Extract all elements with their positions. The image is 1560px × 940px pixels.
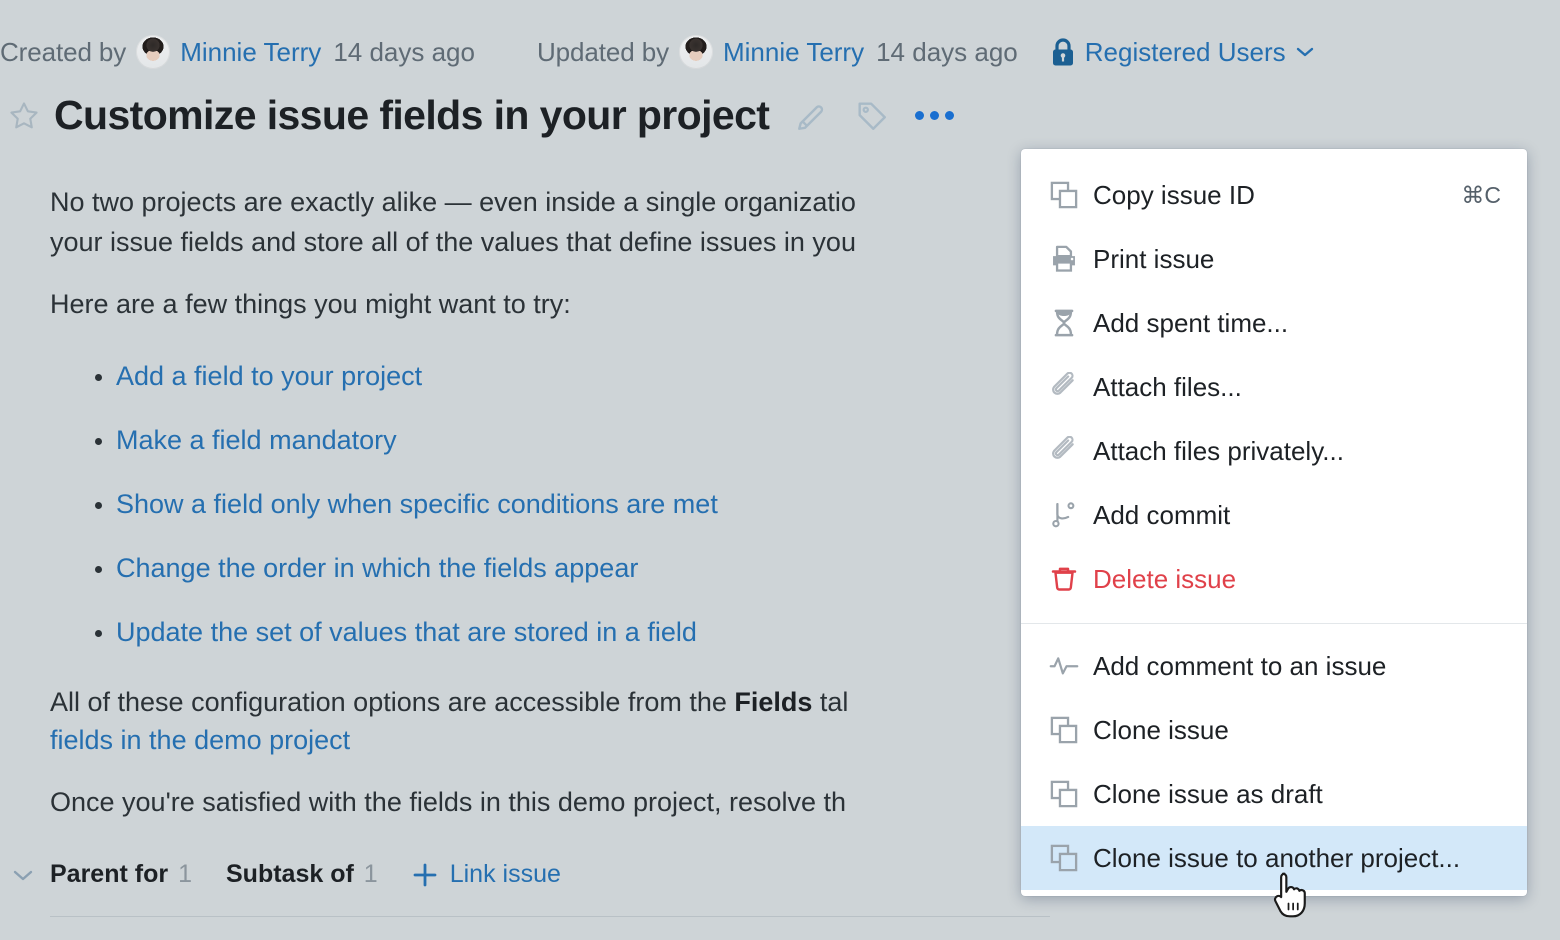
list-item-link[interactable]: Change the order in which the fields app… bbox=[116, 553, 638, 583]
menu-item-attach-files-privately[interactable]: Attach files privately... bbox=[1021, 419, 1527, 483]
copy-icon bbox=[1049, 715, 1093, 745]
lock-icon bbox=[1050, 37, 1076, 67]
menu-item-label: Clone issue to another project... bbox=[1093, 843, 1501, 874]
updated-by-label: Updated by bbox=[537, 37, 669, 68]
star-icon[interactable] bbox=[8, 100, 40, 132]
menu-item-label: Attach files privately... bbox=[1093, 436, 1501, 467]
parent-for-count: 1 bbox=[178, 860, 192, 889]
parent-for-label[interactable]: Parent for bbox=[50, 860, 168, 889]
updated-timestamp: 14 days ago bbox=[876, 37, 1018, 68]
plus-icon[interactable] bbox=[412, 862, 438, 888]
list-item[interactable]: Change the order in which the fields app… bbox=[50, 536, 1060, 600]
list-item[interactable]: Show a field only when specific conditio… bbox=[50, 472, 1060, 536]
paperclip-icon bbox=[1049, 436, 1093, 466]
menu-item-clone-issue[interactable]: Clone issue bbox=[1021, 698, 1527, 762]
created-by-group: Created by Minnie Terry 14 days ago bbox=[0, 35, 475, 69]
menu-item-add-commit[interactable]: Add commit bbox=[1021, 483, 1527, 547]
list-item-link[interactable]: Add a field to your project bbox=[116, 361, 422, 391]
divider bbox=[50, 916, 1050, 917]
activity-icon bbox=[1049, 651, 1093, 681]
copy-icon bbox=[1049, 779, 1093, 809]
paragraph-intro-line2: your issue fields and store all of the v… bbox=[50, 218, 1060, 266]
menu-item-add-comment-to-an-issue[interactable]: Add comment to an issue bbox=[1021, 634, 1527, 698]
menu-separator bbox=[1021, 623, 1527, 624]
link-issue-button[interactable]: Link issue bbox=[450, 860, 561, 889]
list-item[interactable]: Add a field to your project bbox=[50, 344, 1060, 408]
page-title: Customize issue fields in your project bbox=[54, 92, 769, 139]
issue-meta-row: Created by Minnie Terry 14 days ago Upda… bbox=[0, 28, 1560, 76]
menu-item-attach-files[interactable]: Attach files... bbox=[1021, 355, 1527, 419]
menu-item-label: Clone issue as draft bbox=[1093, 779, 1501, 810]
subtask-of-label[interactable]: Subtask of bbox=[226, 860, 354, 889]
menu-item-add-spent-time[interactable]: Add spent time... bbox=[1021, 291, 1527, 355]
menu-item-label: Clone issue bbox=[1093, 715, 1501, 746]
paperclip-icon bbox=[1049, 372, 1093, 402]
title-row: Customize issue fields in your project bbox=[0, 92, 980, 139]
subtask-of-count: 1 bbox=[364, 860, 378, 889]
trash-icon bbox=[1049, 564, 1093, 594]
menu-item-label: Add comment to an issue bbox=[1093, 651, 1501, 682]
menu-item-label: Delete issue bbox=[1093, 564, 1501, 595]
menu-item-label: Print issue bbox=[1093, 244, 1501, 275]
created-by-label: Created by bbox=[0, 37, 126, 68]
list-item-link[interactable]: Make a field mandatory bbox=[116, 425, 397, 455]
list-item-link[interactable]: Update the set of values that are stored… bbox=[116, 617, 697, 647]
menu-item-delete-issue[interactable]: Delete issue bbox=[1021, 547, 1527, 611]
issue-description: No two projects are exactly alike — even… bbox=[50, 178, 1060, 840]
menu-item-clone-issue-to-another-project[interactable]: Clone issue to another project... bbox=[1021, 826, 1527, 890]
dot bbox=[930, 111, 939, 120]
paragraph-config-post: tal bbox=[812, 687, 848, 717]
menu-item-label: Copy issue ID bbox=[1093, 180, 1461, 211]
menu-item-copy-issue-id[interactable]: Copy issue ID ⌘C bbox=[1021, 163, 1527, 227]
created-by-user-link[interactable]: Minnie Terry bbox=[180, 37, 321, 68]
demo-project-link[interactable]: fields in the demo project bbox=[50, 725, 350, 755]
paragraph-config-pre: All of these configuration options are a… bbox=[50, 687, 734, 717]
visibility-label: Registered Users bbox=[1085, 37, 1286, 68]
avatar bbox=[679, 35, 713, 69]
menu-item-label: Add commit bbox=[1093, 500, 1501, 531]
tag-icon[interactable] bbox=[855, 99, 889, 133]
updated-by-group: Updated by Minnie Terry 14 days ago bbox=[537, 35, 1018, 69]
menu-item-clone-issue-as-draft[interactable]: Clone issue as draft bbox=[1021, 762, 1527, 826]
menu-item-print-issue[interactable]: Print issue bbox=[1021, 227, 1527, 291]
created-timestamp: 14 days ago bbox=[333, 37, 475, 68]
paragraph-resolve: Once you're satisfied with the fields in… bbox=[50, 778, 1060, 826]
collapse-chevron-icon[interactable] bbox=[12, 868, 34, 882]
issue-context-menu: Copy issue ID ⌘C Print issue bbox=[1021, 149, 1527, 896]
list-item[interactable]: Update the set of values that are stored… bbox=[50, 600, 1060, 664]
chevron-down-icon bbox=[1296, 46, 1314, 58]
print-icon bbox=[1049, 244, 1093, 274]
list-item-link[interactable]: Show a field only when specific conditio… bbox=[116, 489, 718, 519]
list-item[interactable]: Make a field mandatory bbox=[50, 408, 1060, 472]
visibility-selector[interactable]: Registered Users bbox=[1050, 37, 1314, 68]
menu-item-label: Attach files... bbox=[1093, 372, 1501, 403]
more-options-icon[interactable] bbox=[915, 111, 954, 120]
edit-pencil-icon[interactable] bbox=[795, 99, 829, 133]
menu-item-label: Add spent time... bbox=[1093, 308, 1501, 339]
avatar bbox=[136, 35, 170, 69]
fields-emphasis: Fields bbox=[734, 687, 812, 717]
copy-icon bbox=[1049, 180, 1093, 210]
menu-item-shortcut: ⌘C bbox=[1461, 182, 1501, 209]
suggestion-list: Add a field to your project Make a field… bbox=[50, 344, 1060, 664]
updated-by-user-link[interactable]: Minnie Terry bbox=[723, 37, 864, 68]
issue-page: Created by Minnie Terry 14 days ago Upda… bbox=[0, 0, 1560, 940]
hourglass-icon bbox=[1049, 308, 1093, 338]
dot bbox=[915, 111, 924, 120]
copy-icon bbox=[1049, 843, 1093, 873]
paragraph-try: Here are a few things you might want to … bbox=[50, 280, 1060, 328]
branch-icon bbox=[1049, 500, 1093, 530]
dot bbox=[945, 111, 954, 120]
